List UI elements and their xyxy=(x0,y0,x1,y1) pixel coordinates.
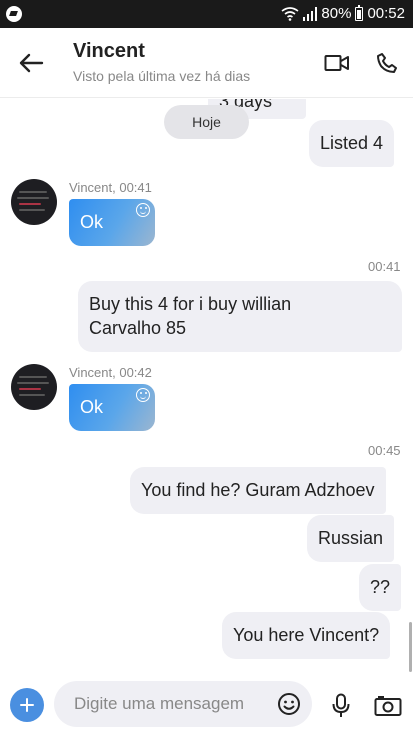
message-bubble-incoming[interactable]: Ok xyxy=(69,199,155,246)
app-icon xyxy=(6,6,22,22)
back-arrow-icon xyxy=(19,53,44,73)
date-separator: Hoje xyxy=(164,105,249,139)
clock: 00:52 xyxy=(367,5,405,22)
scrollbar[interactable] xyxy=(409,622,412,672)
battery-percent: 80% xyxy=(321,5,352,22)
message-input[interactable] xyxy=(74,681,274,727)
message-bubble-outgoing[interactable]: You find he? Guram Adzhoev xyxy=(130,467,386,514)
emoji-icon xyxy=(278,693,300,715)
camera-button[interactable] xyxy=(373,693,403,719)
status-bar: 80% 00:52 xyxy=(0,0,413,28)
message-text: You here Vincent? xyxy=(233,625,380,645)
sender-name-time: Vincent, 00:42 xyxy=(69,365,152,380)
emoji-reaction-icon[interactable] xyxy=(136,203,150,217)
contact-avatar[interactable] xyxy=(11,364,57,410)
message-text: ?? xyxy=(370,577,391,597)
emoji-reaction-icon[interactable] xyxy=(136,388,150,402)
message-bubble-incoming[interactable]: Ok xyxy=(69,384,155,431)
wifi-icon xyxy=(281,6,299,21)
message-bubble-outgoing[interactable]: Buy this 4 for i buy willian Carvalho 85 xyxy=(78,281,402,352)
message-text: Ok xyxy=(80,212,104,232)
signal-icon xyxy=(303,6,318,21)
add-icon xyxy=(20,698,34,712)
phone-icon xyxy=(377,53,397,73)
battery-icon xyxy=(355,4,364,21)
voice-message-button[interactable] xyxy=(328,692,354,720)
message-timestamp: 00:41 xyxy=(368,259,401,274)
camera-icon xyxy=(374,696,402,716)
emoji-button[interactable] xyxy=(276,691,302,717)
contact-avatar[interactable] xyxy=(11,179,57,225)
message-bubble-outgoing[interactable]: Russian xyxy=(307,515,395,562)
message-text: Listed 4 xyxy=(320,133,384,153)
status-icons: 80% 00:52 xyxy=(281,4,405,22)
conversation-header: Vincent Visto pela última vez há dias xyxy=(0,28,413,98)
message-bubble-outgoing[interactable]: Listed 4 xyxy=(309,120,395,167)
message-list[interactable]: 3 days Hoje Listed 4 Vincent, 00:41 Ok 0… xyxy=(0,99,413,669)
message-text: You find he? Guram Adzhoev xyxy=(141,480,375,500)
last-seen-status: Visto pela última vez há dias xyxy=(73,68,251,84)
contact-name[interactable]: Vincent xyxy=(73,40,145,63)
message-bubble-outgoing[interactable]: You here Vincent? xyxy=(222,612,391,659)
message-text-line: Buy this 4 for i buy willian xyxy=(89,294,292,314)
sender-name-time: Vincent, 00:41 xyxy=(69,180,152,195)
message-input-wrapper xyxy=(54,681,312,727)
message-timestamp: 00:45 xyxy=(368,443,401,458)
back-button[interactable] xyxy=(16,48,46,78)
message-text-line: Carvalho 85 xyxy=(89,318,187,338)
date-label: Hoje xyxy=(192,114,221,130)
video-call-icon xyxy=(324,55,349,71)
message-text: Ok xyxy=(80,397,104,417)
phone-call-button[interactable] xyxy=(372,48,402,78)
add-attachment-button[interactable] xyxy=(10,688,44,722)
message-bubble-outgoing[interactable]: ?? xyxy=(359,564,402,611)
video-call-button[interactable] xyxy=(322,48,352,78)
microphone-icon xyxy=(332,693,350,717)
message-composer xyxy=(0,672,413,735)
message-text: Russian xyxy=(318,528,384,548)
